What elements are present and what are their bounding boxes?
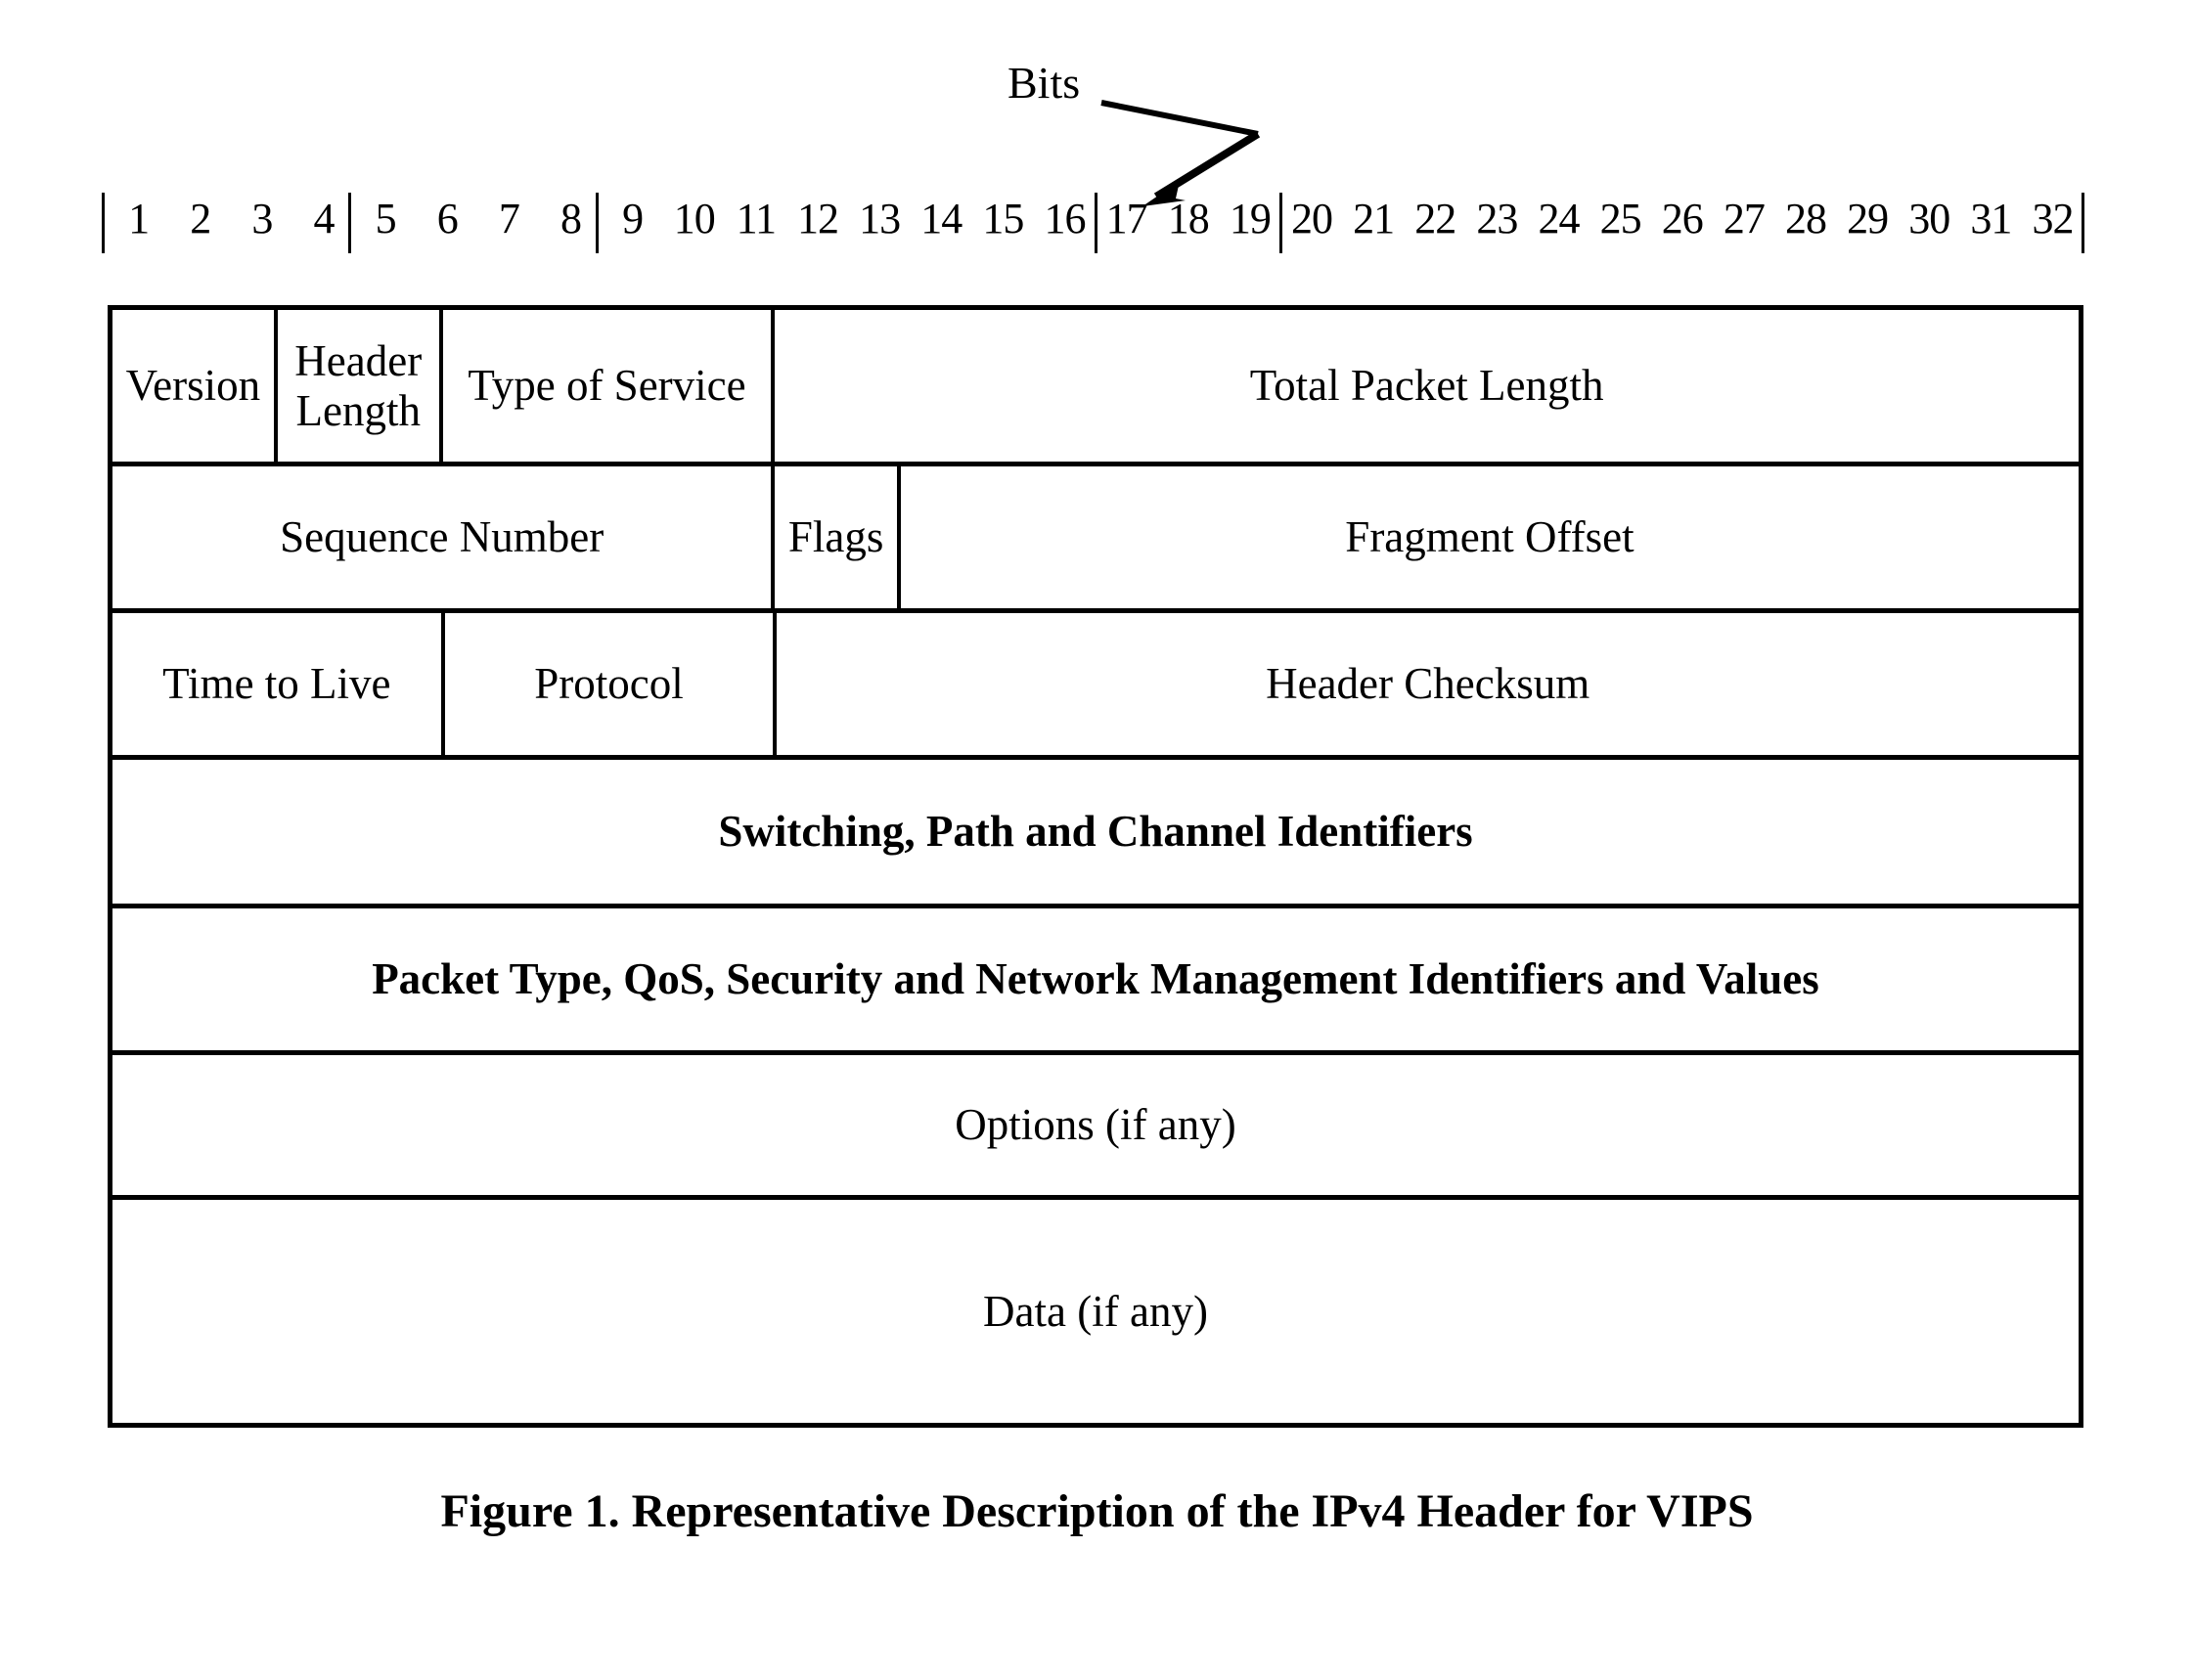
bit-number: 1 bbox=[128, 195, 150, 243]
bit-number: 25 bbox=[1599, 195, 1642, 243]
bit-number: 10 bbox=[673, 195, 716, 243]
bit-number: 15 bbox=[982, 195, 1024, 243]
field-packet-type-qos-security-network-management: Packet Type, QoS, Security and Network M… bbox=[372, 954, 1819, 1004]
bit-number: 8 bbox=[560, 195, 582, 243]
ruler-tick bbox=[348, 193, 351, 253]
bit-number: 29 bbox=[1847, 195, 1889, 243]
table-row: Packet Type, QoS, Security and Network M… bbox=[112, 908, 2083, 1055]
bit-number: 24 bbox=[1538, 195, 1580, 243]
field-time-to-live: Time to Live bbox=[112, 613, 445, 755]
bit-number: 27 bbox=[1723, 195, 1766, 243]
bit-number: 31 bbox=[1970, 195, 2012, 243]
field-options: Options (if any) bbox=[955, 1100, 1236, 1150]
field-sequence-number: Sequence Number bbox=[112, 466, 776, 608]
bit-number: 32 bbox=[2032, 195, 2074, 243]
bit-number: 28 bbox=[1784, 195, 1827, 243]
bits-leader-arrow-icon bbox=[1100, 100, 1261, 206]
table-row: Switching, Path and Channel Identifiers bbox=[112, 760, 2083, 908]
ruler-tick bbox=[1279, 193, 1282, 253]
ipv4-header-figure: Bits 1 2 3 4 5 6 7 8 9 10 11 12 13 14 15… bbox=[0, 0, 2194, 1680]
bit-number: 5 bbox=[375, 195, 397, 243]
bit-number: 21 bbox=[1353, 195, 1395, 243]
bit-number: 3 bbox=[251, 195, 273, 243]
bits-label: Bits bbox=[1007, 58, 1081, 108]
table-row: Sequence Number Flags Fragment Offset bbox=[112, 466, 2083, 613]
bit-number: 22 bbox=[1414, 195, 1456, 243]
ruler-tick bbox=[2082, 193, 2084, 253]
bit-number: 16 bbox=[1044, 195, 1086, 243]
ruler-tick bbox=[1095, 193, 1097, 253]
bit-number: 6 bbox=[436, 195, 459, 243]
bit-number: 13 bbox=[859, 195, 901, 243]
bit-number: 20 bbox=[1290, 195, 1333, 243]
bit-number: 9 bbox=[622, 195, 644, 243]
bit-number: 11 bbox=[736, 195, 777, 243]
ipv4-header-table: Version Header Length Type of Service To… bbox=[108, 305, 2083, 1428]
bit-number: 19 bbox=[1229, 195, 1272, 243]
bit-number: 12 bbox=[796, 195, 839, 243]
bit-ruler: 1 2 3 4 5 6 7 8 9 10 11 12 13 14 15 16 1… bbox=[102, 191, 2084, 257]
field-data: Data (if any) bbox=[983, 1286, 1208, 1336]
field-protocol: Protocol bbox=[445, 613, 778, 755]
field-type-of-service: Type of Service bbox=[443, 310, 776, 462]
field-header-length: Header Length bbox=[278, 310, 443, 462]
table-row: Version Header Length Type of Service To… bbox=[112, 310, 2083, 466]
ruler-tick bbox=[102, 193, 105, 253]
field-switching-path-channel-identifiers: Switching, Path and Channel Identifiers bbox=[718, 807, 1473, 857]
field-total-packet-length: Total Packet Length bbox=[1249, 361, 1604, 411]
bit-number: 18 bbox=[1167, 195, 1210, 243]
field-header-checksum: Header Checksum bbox=[1266, 659, 1590, 709]
bit-number: 26 bbox=[1661, 195, 1704, 243]
field-flags: Flags bbox=[775, 466, 901, 608]
bit-number: 7 bbox=[498, 195, 520, 243]
bit-number: 4 bbox=[313, 195, 335, 243]
bit-number: 23 bbox=[1476, 195, 1518, 243]
table-row: Data (if any) bbox=[112, 1200, 2083, 1428]
bit-number: 14 bbox=[920, 195, 963, 243]
figure-caption: Figure 1. Representative Description of … bbox=[440, 1485, 1754, 1537]
field-fragment-offset: Fragment Offset bbox=[1345, 512, 1634, 562]
bit-number: 2 bbox=[190, 195, 211, 243]
ruler-tick bbox=[596, 193, 599, 253]
bit-number: 30 bbox=[1908, 195, 1950, 243]
field-header-length-label: Header Length bbox=[294, 336, 423, 435]
bit-number: 17 bbox=[1105, 195, 1148, 243]
field-version: Version bbox=[112, 310, 278, 462]
table-row: Time to Live Protocol Header Checksum bbox=[112, 613, 2083, 760]
table-row: Options (if any) bbox=[112, 1055, 2083, 1200]
